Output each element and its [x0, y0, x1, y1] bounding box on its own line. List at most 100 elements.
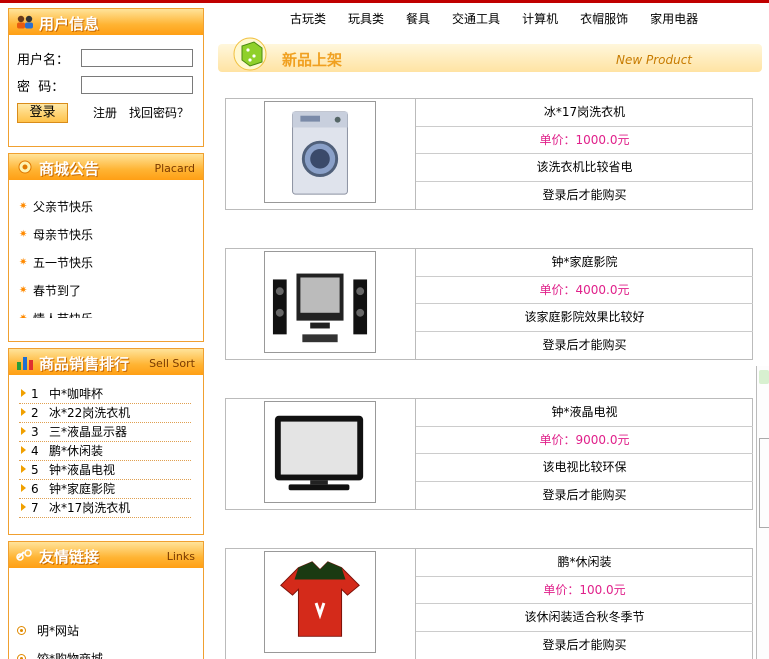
polo-shirt-icon: [280, 561, 360, 637]
side-float-widget[interactable]: [756, 366, 769, 659]
placard-panel: 商城公告 Placard 父亲节快乐 母亲节快乐 五一节快乐 春节到了 情人节快…: [8, 153, 204, 342]
rank-product-name: 三*液晶显示器: [49, 425, 128, 439]
login-button[interactable]: 登录: [17, 103, 68, 123]
rank-product-name: 冰*17岗洗衣机: [49, 501, 131, 515]
notice-item[interactable]: 春节到了: [19, 282, 199, 310]
placard-header: 商城公告 Placard: [9, 154, 203, 180]
new-product-title-en: New Product: [615, 53, 692, 67]
product-name[interactable]: 冰*17岗洗衣机: [416, 99, 753, 127]
user-info-panel: 用户信息 用户名： 密 码： 登录 注册 找回密码？: [8, 8, 204, 147]
rank-item[interactable]: 3 三*液晶显示器: [19, 423, 191, 442]
nav-item-tableware[interactable]: 餐具: [406, 10, 430, 27]
product-price: 单价：4000.0元: [416, 277, 753, 304]
notice-list: 父亲节快乐 母亲节快乐 五一节快乐 春节到了 情人节快乐: [19, 198, 199, 318]
product-name[interactable]: 鹏*休闲装: [416, 549, 753, 577]
user-info-title: 用户信息: [39, 15, 100, 33]
new-product-title: 新品上架: [282, 51, 343, 69]
home-theater-icon: [272, 273, 368, 343]
product-card: 鹏*休闲装 单价：100.0元 该休闲装适合秋冬季节 登录后才能购买: [225, 548, 753, 659]
password-input[interactable]: [81, 76, 193, 94]
product-info: 钟*液晶电视 单价：9000.0元 该电视比较环保 登录后才能购买: [416, 399, 753, 509]
product-buy-note: 登录后才能购买: [542, 487, 627, 502]
product-info: 钟*家庭影院 单价：4000.0元 该家庭影院效果比较好 登录后才能购买: [416, 249, 753, 359]
rank-number: 7: [31, 501, 39, 515]
rank-number: 1: [31, 387, 39, 401]
rank-product-name: 鹏*休闲装: [49, 444, 104, 458]
forgot-password-link[interactable]: 找回密码？: [129, 104, 189, 121]
nav-item-appliances[interactable]: 家用电器: [650, 10, 698, 27]
username-input[interactable]: [81, 49, 193, 67]
product-description: 该电视比较环保: [416, 454, 753, 482]
rank-product-name: 冰*22岗洗衣机: [49, 406, 131, 420]
links-panel: 友情链接 Links 明*网站 饺*购物商城: [8, 541, 204, 659]
friend-link[interactable]: 明*网站: [15, 622, 103, 650]
register-link[interactable]: 注册: [93, 104, 117, 121]
nav-item-computers[interactable]: 计算机: [522, 10, 558, 27]
product-price: 单价：1000.0元: [416, 127, 753, 154]
product-price: 单价：9000.0元: [416, 427, 753, 454]
rank-number: 6: [31, 482, 39, 496]
links-title-en: Links: [166, 550, 195, 563]
rank-item[interactable]: 1 中*咖啡杯: [19, 385, 191, 404]
rank-item[interactable]: 6 钟*家庭影院: [19, 480, 191, 499]
product-image[interactable]: [264, 401, 376, 503]
sidebar: 用户信息 用户名： 密 码： 登录 注册 找回密码？ 商城公告 Placard …: [8, 8, 204, 659]
product-card: 钟*液晶电视 单价：9000.0元 该电视比较环保 登录后才能购买: [225, 398, 753, 510]
password-label: 密 码：: [17, 80, 65, 95]
product-image[interactable]: [264, 551, 376, 653]
notice-item[interactable]: 父亲节快乐: [19, 198, 199, 226]
product-card: 钟*家庭影院 单价：4000.0元 该家庭影院效果比较好 登录后才能购买: [225, 248, 753, 360]
notice-item[interactable]: 五一节快乐: [19, 254, 199, 282]
dice-icon: [233, 37, 267, 71]
rank-list: 1 中*咖啡杯 2 冰*22岗洗衣机 3 三*液晶显示器 4 鹏*休闲装 5 钟*液晶电视…: [19, 385, 191, 518]
product-info: 冰*17岗洗衣机 单价：1000.0元 该洗衣机比较省电 登录后才能购买: [416, 99, 753, 209]
product-info: 鹏*休闲装 单价：100.0元 该休闲装适合秋冬季节 登录后才能购买: [416, 549, 753, 659]
product-buy-note: 登录后才能购买: [542, 337, 627, 352]
username-label: 用户名：: [17, 53, 70, 68]
sell-sort-panel: 商品销售排行 Sell Sort 1 中*咖啡杯 2 冰*22岗洗衣机 3 三*液晶显…: [8, 348, 204, 535]
placard-title-en: Placard: [154, 162, 195, 175]
rank-product-name: 中*咖啡杯: [49, 387, 104, 401]
nav-item-vehicles[interactable]: 交通工具: [452, 10, 500, 27]
float-widget-box: [759, 438, 769, 528]
rank-number: 5: [31, 463, 39, 477]
rank-item[interactable]: 7 冰*17岗洗衣机: [19, 499, 191, 518]
rank-number: 3: [31, 425, 39, 439]
washing-machine-icon: [292, 111, 348, 195]
product-buy-note: 登录后才能购买: [542, 187, 627, 202]
nav-item-toys[interactable]: 玩具类: [348, 10, 384, 27]
product-image[interactable]: [264, 251, 376, 353]
nav-item-antiques[interactable]: 古玩类: [290, 10, 326, 27]
product-description: 该家庭影院效果比较好: [416, 304, 753, 332]
links-header: 友情链接 Links: [9, 542, 203, 568]
lcd-tv-icon: [274, 415, 364, 491]
rank-number: 4: [31, 444, 39, 458]
product-description: 该洗衣机比较省电: [416, 154, 753, 182]
top-accent-line: [0, 0, 769, 3]
new-product-banner: 新品上架 New Product: [218, 37, 762, 72]
links-title: 友情链接: [39, 548, 100, 566]
sell-sort-title-en: Sell Sort: [149, 357, 195, 370]
friend-link-list: 明*网站 饺*购物商城: [15, 622, 103, 659]
product-buy-note: 登录后才能购买: [542, 637, 627, 652]
username-row: 用户名：: [17, 49, 79, 68]
bar-chart-icon: [17, 357, 33, 370]
rank-product-name: 钟*液晶电视: [49, 463, 116, 477]
float-widget-icon: [759, 370, 769, 384]
rank-item[interactable]: 4 鹏*休闲装: [19, 442, 191, 461]
product-name[interactable]: 钟*液晶电视: [416, 399, 753, 427]
category-nav: 古玩类 玩具类 餐具 交通工具 计算机 衣帽服饰 家用电器: [290, 10, 720, 27]
rank-item[interactable]: 2 冰*22岗洗衣机: [19, 404, 191, 423]
friend-link[interactable]: 饺*购物商城: [15, 650, 103, 659]
rank-item[interactable]: 5 钟*液晶电视: [19, 461, 191, 480]
product-card: 冰*17岗洗衣机 单价：1000.0元 该洗衣机比较省电 登录后才能购买: [225, 98, 753, 210]
user-info-header: 用户信息: [9, 9, 203, 35]
product-name[interactable]: 钟*家庭影院: [416, 249, 753, 277]
notice-item[interactable]: 情人节快乐: [19, 310, 199, 318]
speaker-icon: [18, 160, 32, 174]
placard-title: 商城公告: [39, 160, 100, 178]
notice-item[interactable]: 母亲节快乐: [19, 226, 199, 254]
nav-item-clothing[interactable]: 衣帽服饰: [580, 10, 628, 27]
rank-number: 2: [31, 406, 39, 420]
product-image[interactable]: [264, 101, 376, 203]
